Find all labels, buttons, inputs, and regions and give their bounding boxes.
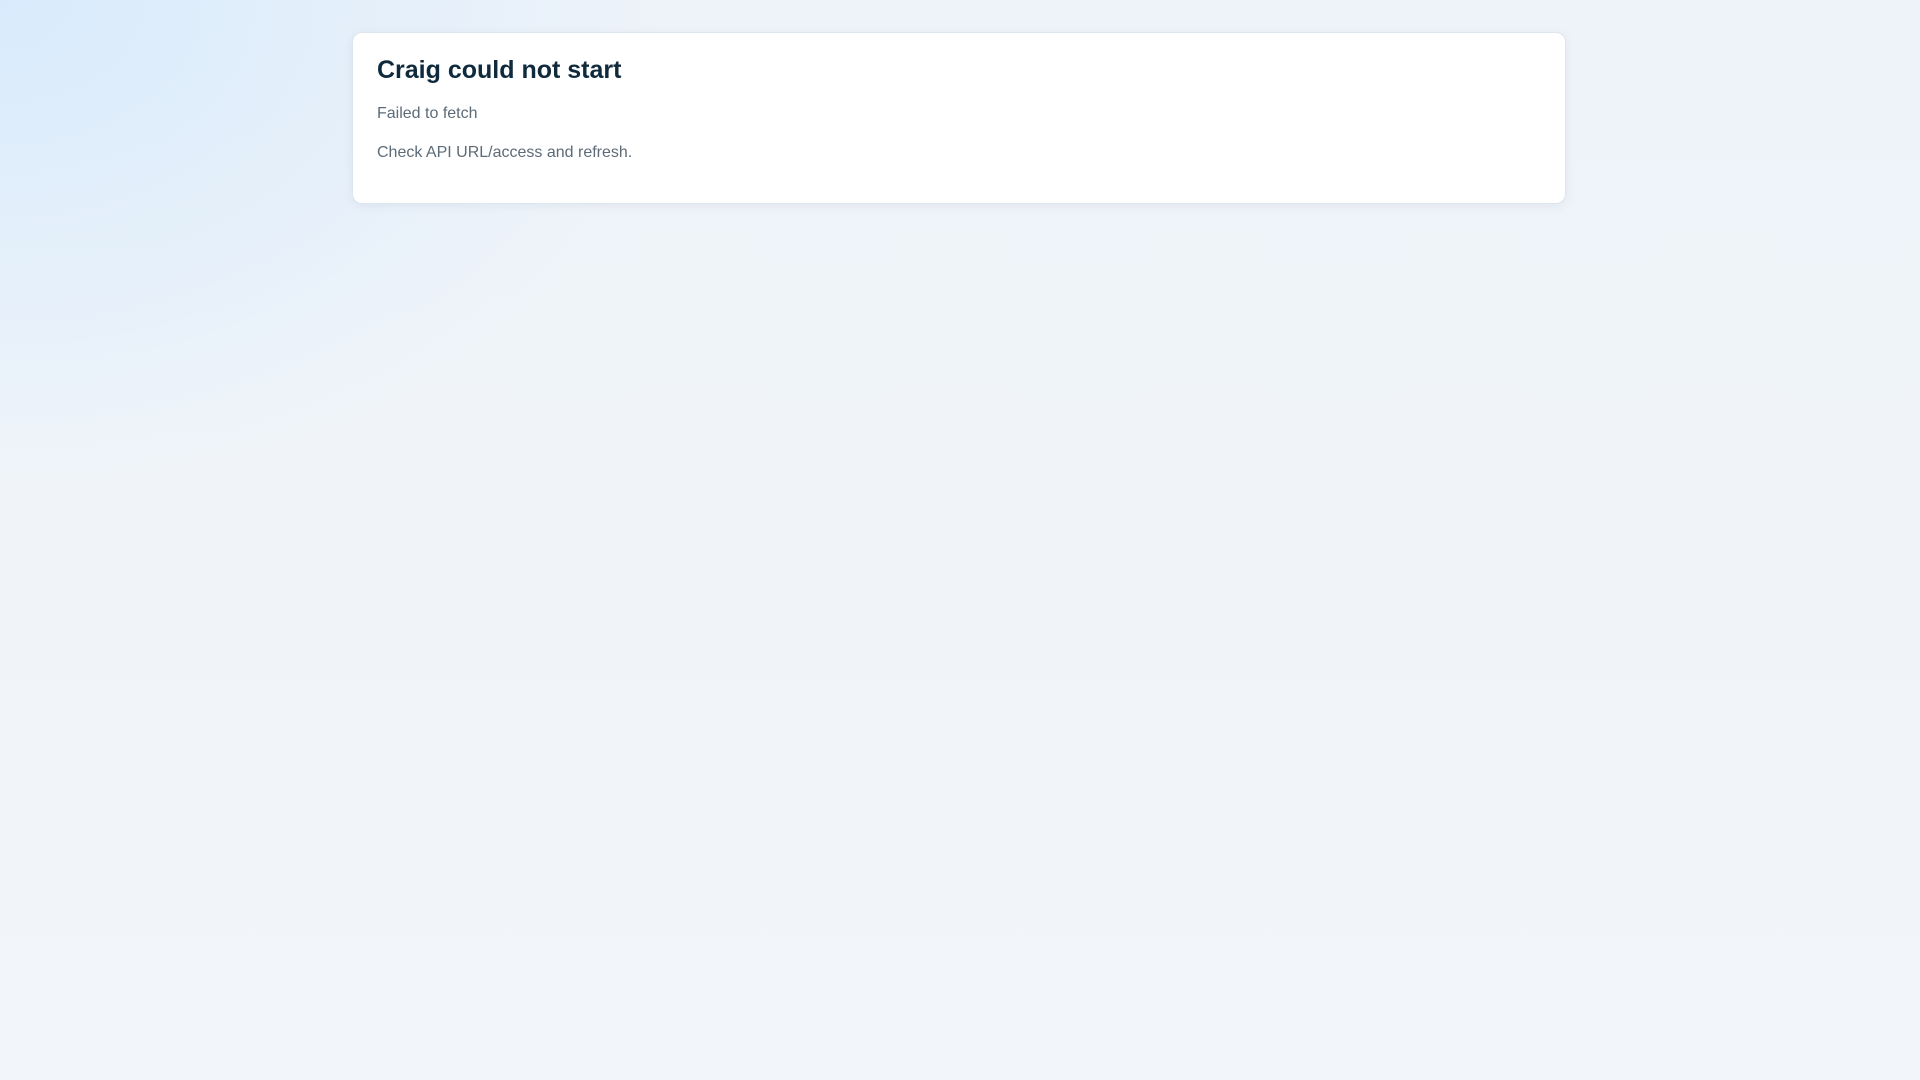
error-message: Failed to fetch: [377, 105, 478, 122]
error-hint: Check API URL/access and refresh.: [377, 144, 633, 161]
error-title: Craig could not start: [377, 56, 622, 84]
error-card: Craig could not start Failed to fetch Ch…: [352, 32, 1566, 204]
